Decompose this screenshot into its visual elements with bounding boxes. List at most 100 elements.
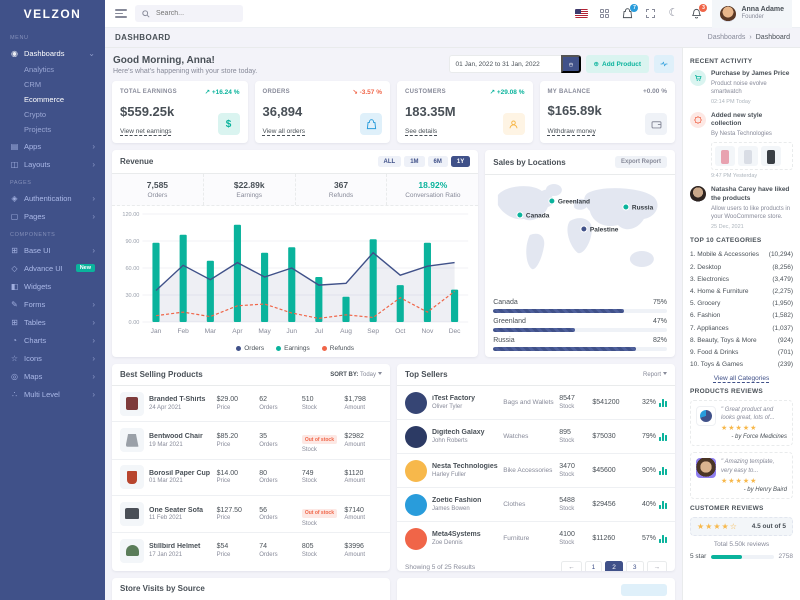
- sidebar-item-base-ui[interactable]: ⊞ Base UI ›: [0, 241, 105, 259]
- notifications-button[interactable]: 3: [689, 7, 703, 21]
- pages-icon: ▢: [10, 212, 19, 221]
- activity-item[interactable]: Purchase by James Price Product noise ev…: [690, 70, 793, 105]
- partial-action-button[interactable]: [621, 584, 667, 596]
- product-review-item[interactable]: " Great product and looks great, lots of…: [690, 400, 793, 447]
- greeting-row: Good Morning, Anna! Here's what's happen…: [113, 55, 674, 75]
- sidebar-item-pages[interactable]: ▢ Pages ›: [0, 207, 105, 225]
- sidebar-item-icons[interactable]: ☆ Icons ›: [0, 349, 105, 367]
- new-badge: New: [76, 264, 95, 272]
- svg-text:Greenland: Greenland: [558, 199, 590, 206]
- sidebar-item-dashboards[interactable]: ◉ Dashboards ⌄: [0, 44, 105, 62]
- seller-row[interactable]: Nesta TechnologiesHarley Fuller Bike Acc…: [397, 454, 675, 488]
- mini-chart-icon: [659, 399, 667, 407]
- breadcrumb-parent[interactable]: Dashboards: [708, 34, 746, 41]
- user-role: Founder: [741, 14, 784, 21]
- sidebar-section-components: COMPONENTS: [0, 225, 105, 241]
- page-title-bar: DASHBOARD Dashboards › Dashboard: [105, 28, 800, 48]
- search-icon: [142, 10, 150, 18]
- activity-pulse-button[interactable]: [654, 55, 674, 73]
- next-page-button[interactable]: →: [647, 561, 668, 571]
- cart-button[interactable]: 7: [620, 7, 634, 21]
- locations-title: Sales by Locations: [493, 158, 565, 167]
- sidebar-item-tables[interactable]: ⊞ Tables ›: [0, 313, 105, 331]
- page-button-3[interactable]: 3: [626, 561, 644, 571]
- sidebar-item-forms[interactable]: ✎ Forms ›: [0, 295, 105, 313]
- withdraw-money-link[interactable]: Withdraw money: [548, 128, 596, 135]
- view-all-orders-link[interactable]: View all orders: [263, 128, 306, 135]
- sidebar-item-analytics[interactable]: Analytics: [0, 62, 105, 77]
- product-row[interactable]: Bentwood Chair19 Mar 2021 $85.20Price 35…: [112, 422, 390, 460]
- tab-6m[interactable]: 6M: [428, 156, 448, 167]
- topbar-actions: 7 ☾ 3 Anna Adame Founder: [574, 0, 792, 28]
- svg-text:Mar: Mar: [205, 328, 217, 335]
- sidebar-item-authentication[interactable]: ◈ Authentication ›: [0, 189, 105, 207]
- avatar: [690, 186, 706, 202]
- activity-item[interactable]: Added new style collection By Nesta Tech…: [690, 112, 793, 180]
- world-map[interactable]: GreenlandCanadaRussiaPalestine: [485, 175, 675, 292]
- product-row[interactable]: One Seater Sofa11 Feb 2021 $127.50Price …: [112, 496, 390, 534]
- prev-page-button[interactable]: ←: [561, 561, 582, 571]
- base-ui-icon: ⊞: [10, 246, 19, 255]
- sidebar-item-widgets[interactable]: ◧ Widgets: [0, 277, 105, 295]
- product-row[interactable]: Borosil Paper Cup01 Mar 2021 $14.00Price…: [112, 460, 390, 496]
- bottom-partial-row: Store Visits by Source: [112, 578, 675, 600]
- calendar-button[interactable]: [561, 55, 581, 73]
- us-flag-icon: [575, 9, 588, 18]
- seller-row[interactable]: Meta4SystemsZoe Dennis Furniture 4100Sto…: [397, 522, 675, 555]
- see-details-link[interactable]: See details: [405, 128, 437, 135]
- web-apps-button[interactable]: [597, 7, 611, 21]
- category-row: 5. Grocery(1,950): [690, 298, 793, 310]
- date-range-input[interactable]: 01 Jan, 2022 to 31 Jan, 2022: [449, 55, 561, 73]
- page-button-1[interactable]: 1: [585, 561, 603, 571]
- fullscreen-button[interactable]: [643, 7, 657, 21]
- report-dropdown[interactable]: Report: [643, 372, 667, 378]
- view-all-categories-link[interactable]: View all Categories: [690, 375, 793, 382]
- sidebar-item-layouts[interactable]: ◫ Layouts ›: [0, 155, 105, 173]
- export-report-button[interactable]: Export Report: [615, 156, 667, 168]
- tab-1m[interactable]: 1M: [404, 156, 424, 167]
- notification-badge: 3: [699, 4, 707, 12]
- revenue-stats-strip: 7,585Orders $22.89kEarnings 367Refunds 1…: [112, 174, 478, 206]
- tab-1y[interactable]: 1Y: [451, 156, 470, 167]
- hamburger-menu-icon[interactable]: [115, 9, 127, 18]
- sidebar-item-crm[interactable]: CRM: [0, 77, 105, 92]
- add-product-button[interactable]: ⊕ Add Product: [586, 55, 649, 73]
- sidebar-item-advance-ui[interactable]: ◇ Advance UI New: [0, 259, 105, 277]
- svg-text:0.00: 0.00: [129, 320, 140, 326]
- collection-thumbnails[interactable]: [711, 142, 793, 170]
- calendar-icon: [569, 60, 573, 69]
- product-row[interactable]: Branded T-Shirts24 Apr 2021 $29.00Price …: [112, 386, 390, 422]
- chevron-right-icon: ›: [92, 246, 95, 255]
- sort-by-dropdown[interactable]: SORT BY: Today: [330, 372, 382, 378]
- product-review-item[interactable]: " Amazing template, very easy to... ★★★★…: [690, 452, 793, 499]
- breadcrumb: Dashboards › Dashboard: [708, 34, 790, 41]
- sidebar-item-apps[interactable]: ▤ Apps ›: [0, 137, 105, 155]
- categories-list: 1. Mobile & Accessories(10,294) 2. Deskt…: [690, 249, 793, 371]
- search-input[interactable]: [154, 9, 236, 18]
- sidebar-item-charts[interactable]: ◔ Charts ›: [0, 331, 105, 349]
- user-profile-button[interactable]: Anna Adame Founder: [712, 0, 792, 28]
- product-row[interactable]: Stillbird Helmet17 Jan 2021 $54Price 74O…: [112, 533, 390, 568]
- language-flag-button[interactable]: [574, 7, 588, 21]
- view-net-earnings-link[interactable]: View net earnings: [120, 128, 172, 135]
- dark-mode-button[interactable]: ☾: [666, 7, 680, 21]
- seller-row[interactable]: iTest FactoryOliver Tyler Bags and Walle…: [397, 386, 675, 420]
- trend-up-icon: ↗: [205, 89, 210, 96]
- sidebar-item-ecommerce[interactable]: Ecommerce: [0, 92, 105, 107]
- sidebar-item-crypto[interactable]: Crypto: [0, 107, 105, 122]
- chevron-right-icon: ›: [92, 194, 95, 203]
- sidebar-item-maps[interactable]: ◎ Maps ›: [0, 367, 105, 385]
- sidebar-item-projects[interactable]: Projects: [0, 122, 105, 137]
- chevron-right-icon: ›: [92, 336, 95, 345]
- svg-text:Palestine: Palestine: [590, 227, 619, 234]
- page-button-2[interactable]: 2: [605, 561, 623, 571]
- trend-badge: ↘ -3.57 %: [352, 88, 382, 96]
- svg-text:Jul: Jul: [315, 328, 324, 335]
- activity-item[interactable]: Natasha Carey have liked the products Al…: [690, 186, 793, 229]
- seller-row[interactable]: Digitech GalaxyJohn Roberts Watches 895S…: [397, 420, 675, 454]
- svg-text:Sep: Sep: [367, 328, 379, 335]
- seller-row[interactable]: Zoetic FashionJames Bowen Clothes 5488St…: [397, 488, 675, 522]
- brand-logo[interactable]: VELZON: [0, 0, 105, 28]
- tab-all[interactable]: ALL: [378, 156, 402, 167]
- sidebar-item-multi-level[interactable]: ∴ Multi Level ›: [0, 385, 105, 403]
